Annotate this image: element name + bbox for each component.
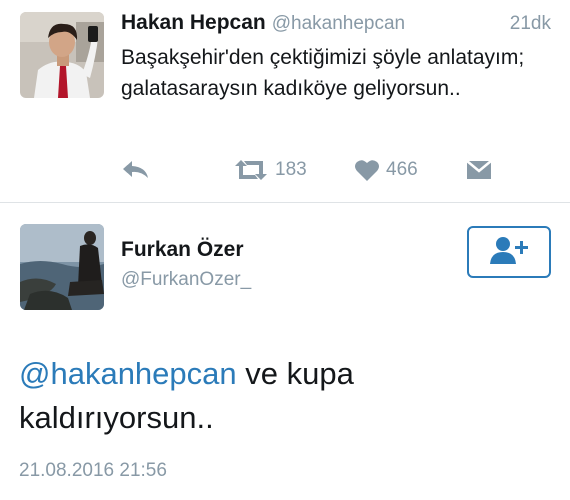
divider xyxy=(0,202,570,203)
reply-icon xyxy=(121,158,151,182)
direct-message-button[interactable] xyxy=(465,154,493,186)
follow-button[interactable] xyxy=(467,226,551,278)
tweet1-header: Hakan Hepcan @hakanhepcan 21dk xyxy=(121,11,551,41)
reply-button[interactable] xyxy=(121,154,151,186)
tweet-text: @hakanhepcan ve kupa kaldırıyorsun.. xyxy=(19,352,549,440)
envelope-icon xyxy=(465,159,493,181)
avatar-hakan-hepcan[interactable] xyxy=(20,12,104,98)
like-button[interactable]: 466 xyxy=(354,154,418,186)
author-handle[interactable]: @hakanhepcan xyxy=(272,13,405,34)
author-name[interactable]: Furkan Özer xyxy=(121,238,244,262)
author-handle[interactable]: @FurkanOzer_ xyxy=(121,269,251,291)
mention-link[interactable]: @hakanhepcan xyxy=(19,356,237,391)
retweet-button[interactable]: 183 xyxy=(233,154,307,186)
add-user-icon xyxy=(489,235,529,270)
avatar-furkan-ozer[interactable] xyxy=(20,224,104,310)
retweet-icon xyxy=(233,158,269,182)
tweet-timestamp[interactable]: 21dk xyxy=(510,13,551,35)
tweet-hakan-hepcan[interactable]: Hakan Hepcan @hakanhepcan 21dk Başakşehir… xyxy=(0,0,570,202)
heart-icon xyxy=(354,158,380,182)
tweet-date: 21.08.2016 21:56 xyxy=(19,460,167,481)
tweet-text: Başakşehir'den çektiğimizi şöyle anlatay… xyxy=(121,46,525,100)
tweet-actions: 183 466 xyxy=(121,154,501,186)
retweet-count: 183 xyxy=(275,159,307,180)
author-name[interactable]: Hakan Hepcan xyxy=(121,11,266,34)
like-count: 466 xyxy=(386,159,418,180)
